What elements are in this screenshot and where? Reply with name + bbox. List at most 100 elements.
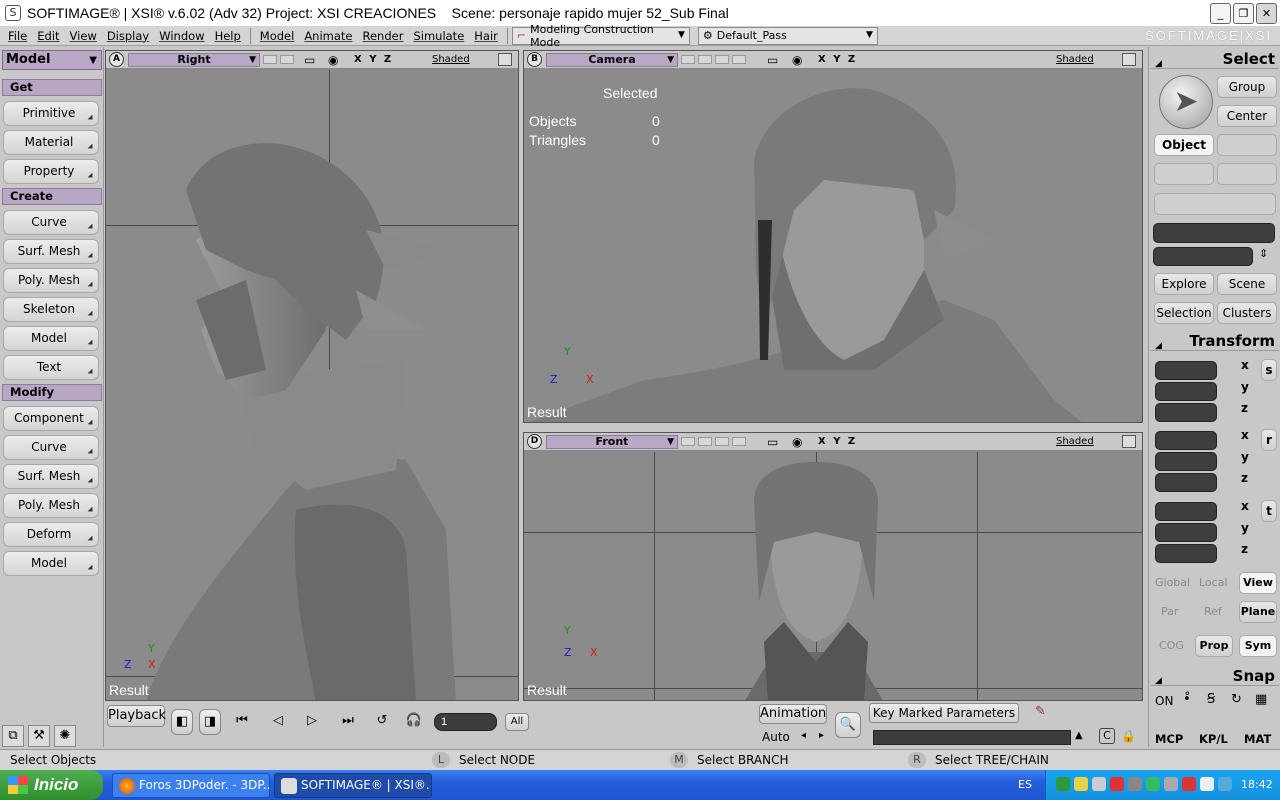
rotate-z-field[interactable]	[1155, 473, 1217, 492]
selection-name-field[interactable]	[1153, 223, 1275, 243]
create-poly-mesh-button[interactable]: Poly. Mesh	[3, 268, 99, 293]
viewport-a-canvas[interactable]: Y Z X Result	[106, 70, 518, 700]
viewport-b-canvas[interactable]: Selected Objects 0 Triangles 0 Y Z X Res…	[524, 70, 1142, 422]
key-next-icon[interactable]: ▸	[819, 730, 824, 741]
modify-curve-button[interactable]: Curve	[3, 435, 99, 460]
select-arrow-icon[interactable]: ➤	[1159, 75, 1213, 129]
scale-x-field[interactable]	[1155, 361, 1217, 380]
select-filter-button[interactable]	[1154, 193, 1276, 215]
security-icon[interactable]	[1110, 777, 1124, 791]
padlock-icon[interactable]: 🔒	[1121, 729, 1136, 743]
scale-button[interactable]: s	[1261, 359, 1277, 381]
modify-model-button[interactable]: Model	[3, 551, 99, 576]
eye-icon[interactable]: ◉	[328, 53, 338, 67]
menu-hair[interactable]: Hair	[469, 29, 503, 43]
local-toggle[interactable]: Local	[1199, 576, 1228, 589]
rotate-y-label[interactable]: y	[1241, 450, 1249, 464]
transform-section-header[interactable]: ◢ Transform	[1151, 331, 1279, 351]
key-marked-parameters-button[interactable]: Key Marked Parameters	[869, 703, 1019, 723]
create-model-button[interactable]: Model	[3, 326, 99, 351]
taskbar-firefox[interactable]: Foros 3DPoder. - 3DP...	[112, 773, 270, 798]
update-icon[interactable]	[1146, 777, 1160, 791]
menu-view[interactable]: View	[65, 29, 102, 43]
viewport-b[interactable]: B Camera ▼ ▭ ◉ X Y Z Shaded Selected Obje…	[523, 50, 1143, 423]
animation-button[interactable]: Animation	[759, 704, 827, 724]
viewport-d-letter[interactable]: D	[527, 434, 542, 449]
select-object-button[interactable]: Object	[1154, 134, 1214, 156]
tab-mcp[interactable]: MCP	[1155, 732, 1183, 746]
menu-model[interactable]: Model	[255, 29, 300, 43]
selection-button[interactable]: Selection	[1154, 302, 1214, 324]
get-primitive-button[interactable]: Primitive	[3, 101, 99, 126]
menu-file[interactable]: File	[3, 29, 32, 43]
taskbar-softimage[interactable]: SOFTIMAGE® | XSI®...	[274, 773, 432, 798]
viewport-a[interactable]: A Right ▼ ▭ ◉ X Y Z Shaded Y Z X Result	[105, 50, 519, 701]
viewport-b-view-select[interactable]: Camera ▼	[546, 53, 678, 67]
key-prev-icon[interactable]: ◂	[801, 730, 806, 741]
scale-z-field[interactable]	[1155, 403, 1217, 422]
view-toggle[interactable]: View	[1239, 572, 1277, 594]
snap-on-toggle[interactable]: ON	[1155, 694, 1173, 708]
spin-arrows-icon[interactable]: ⇕	[1259, 247, 1268, 260]
camera-icon[interactable]: ▭	[767, 53, 778, 67]
key-lock-icon[interactable]: ✎	[1035, 704, 1046, 719]
viewport-d-xyz[interactable]: X Y Z	[818, 436, 855, 447]
menu-animate[interactable]: Animate	[299, 29, 357, 43]
maximize-icon[interactable]	[498, 53, 512, 66]
section-create[interactable]: Create	[2, 188, 102, 205]
keying-set-field[interactable]	[873, 730, 1071, 745]
first-frame-icon[interactable]: ⏮	[229, 709, 255, 735]
viewport-b-toggle[interactable]	[698, 55, 712, 64]
select-empty-button[interactable]	[1217, 134, 1277, 156]
get-property-button[interactable]: Property	[3, 159, 99, 184]
current-frame-field[interactable]	[434, 713, 497, 731]
menu-display[interactable]: Display	[102, 29, 154, 43]
translate-z-field[interactable]	[1155, 544, 1217, 563]
play-forward-icon[interactable]: ▷	[299, 709, 325, 735]
translate-x-label[interactable]: x	[1241, 499, 1249, 513]
playback-button[interactable]: Playback	[107, 705, 166, 727]
snap-points-icon[interactable]: •̊	[1183, 692, 1191, 707]
viewport-d-toggle[interactable]	[732, 437, 746, 446]
auto-key-toggle[interactable]: Auto	[762, 730, 790, 744]
palette-icon[interactable]: ✺	[54, 725, 76, 747]
construction-mode-select[interactable]: ⌐ Modeling Construction Mode ▼	[511, 23, 690, 49]
viewport-b-xyz[interactable]: X Y Z	[818, 54, 855, 65]
viewport-d-canvas[interactable]: Y Z X Result	[524, 452, 1142, 700]
rotate-x-field[interactable]	[1155, 431, 1217, 450]
translate-x-field[interactable]	[1155, 502, 1217, 521]
viewport-d-view-select[interactable]: Front ▼	[546, 435, 678, 449]
prop-toggle[interactable]: Prop	[1195, 635, 1233, 657]
key-icon[interactable]: 🔍	[835, 712, 861, 738]
viewport-d-shading[interactable]: Shaded	[1056, 436, 1094, 447]
scale-x-label[interactable]: x	[1241, 358, 1249, 372]
display-icon[interactable]	[1218, 777, 1232, 791]
camera-icon[interactable]: ▭	[767, 435, 778, 449]
viewport-d[interactable]: D Front ▼ ▭ ◉ X Y Z Shaded Y Z X Result	[523, 432, 1143, 701]
create-skeleton-button[interactable]: Skeleton	[3, 297, 99, 322]
scene-button[interactable]: Scene	[1217, 273, 1277, 295]
viewport-a-xyz[interactable]: X Y Z	[354, 54, 391, 65]
clusters-button[interactable]: Clusters	[1217, 302, 1277, 324]
translate-y-label[interactable]: y	[1241, 521, 1249, 535]
translate-button[interactable]: t	[1261, 500, 1277, 522]
usb-icon[interactable]	[1164, 777, 1178, 791]
select-empty-button[interactable]	[1154, 163, 1214, 185]
viewport-b-toggle[interactable]	[732, 55, 746, 64]
modify-deform-button[interactable]: Deform	[3, 522, 99, 547]
toolbar-mode-select[interactable]: Model ▼	[2, 50, 102, 70]
ref-toggle[interactable]: Ref	[1204, 605, 1222, 618]
translate-z-label[interactable]: z	[1241, 542, 1248, 556]
explore-button[interactable]: Explore	[1154, 273, 1214, 295]
viewport-a-toggle[interactable]	[280, 55, 294, 64]
viewport-b-letter[interactable]: B	[527, 52, 542, 67]
scale-y-field[interactable]	[1155, 382, 1217, 401]
sym-toggle[interactable]: Sym	[1239, 635, 1277, 657]
minimize-button[interactable]: _	[1210, 3, 1231, 24]
viewport-a-shading[interactable]: Shaded	[432, 54, 470, 65]
close-button[interactable]: ✕	[1256, 3, 1277, 24]
section-get[interactable]: Get	[2, 79, 102, 96]
keying-set-arrow-icon[interactable]: ▲	[1075, 730, 1083, 741]
keying-set-c-icon[interactable]: C	[1099, 728, 1115, 744]
last-frame-icon[interactable]: ⏭	[335, 709, 361, 735]
